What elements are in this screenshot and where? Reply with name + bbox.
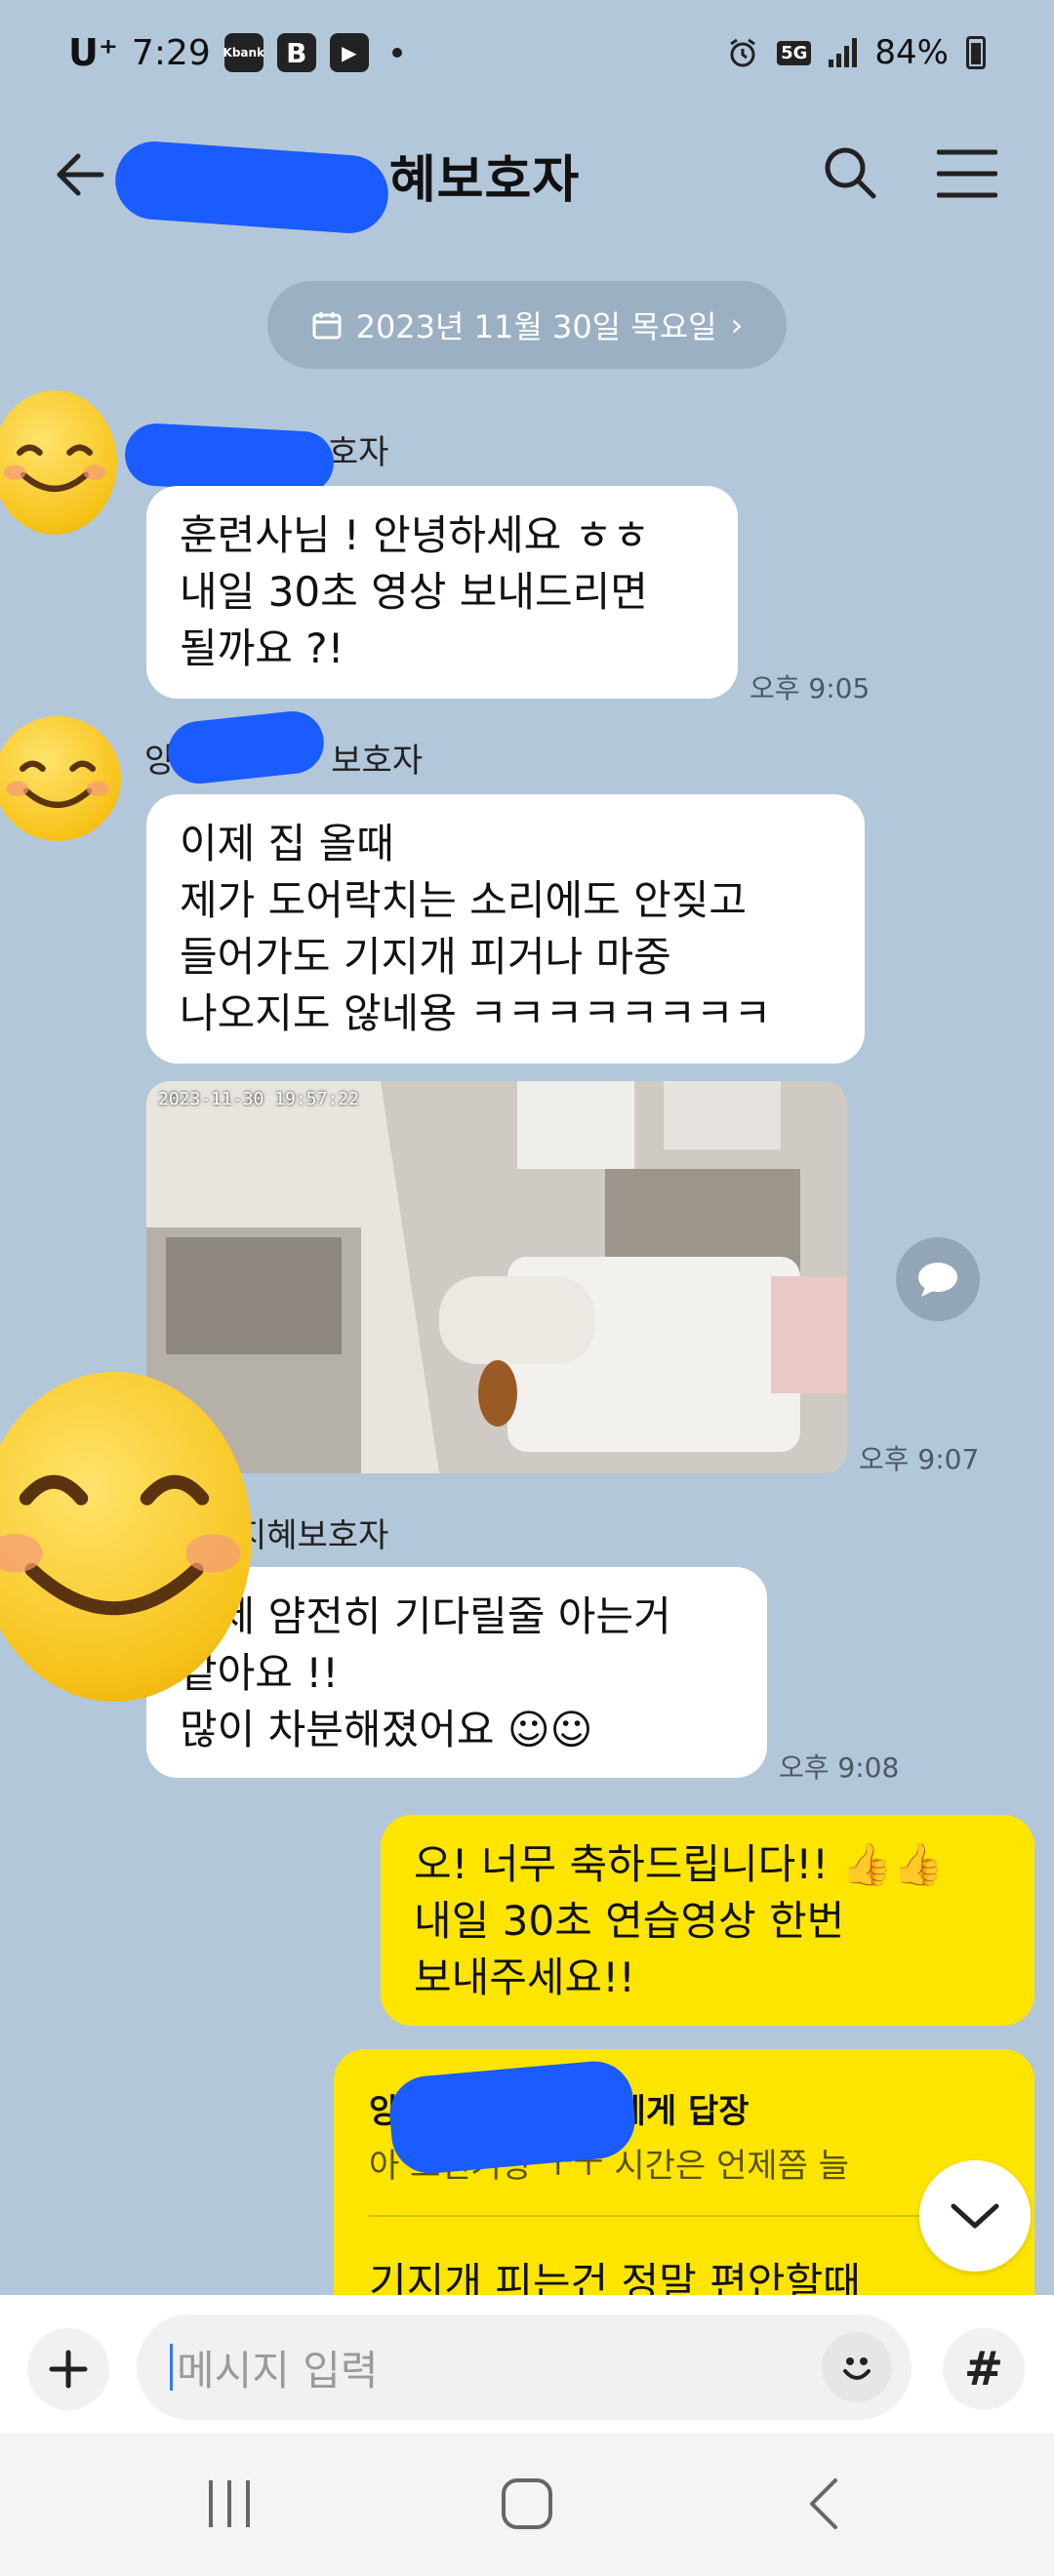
message-input[interactable]: 메시지 입력 xyxy=(137,2314,912,2420)
plus-icon xyxy=(49,2350,88,2389)
share-button[interactable] xyxy=(896,1237,980,1321)
speech-bubble-icon xyxy=(918,1263,957,1297)
my-message-bubble[interactable]: 오! 너무 축하드립니다!! 👍👍 내일 30초 연습영상 한번 보내주세요!! xyxy=(381,1815,1034,2026)
reply-divider xyxy=(369,2215,999,2217)
back-nav-icon[interactable] xyxy=(804,2476,843,2531)
battery-icon xyxy=(966,36,986,69)
photo-attachment[interactable]: 2023-11-30 19:57:22 xyxy=(146,1081,847,1473)
search-icon[interactable] xyxy=(820,142,880,203)
emoji-icon xyxy=(843,2357,871,2380)
avatar[interactable] xyxy=(0,716,121,841)
attach-button[interactable] xyxy=(27,2328,109,2410)
chat-header: 앙혜보호자 xyxy=(0,107,1054,244)
message-bubble[interactable]: 이제 집 올때 제가 도어락치는 소리에도 안짖고 들어가도 기지개 피거나 마… xyxy=(146,794,865,1064)
home-icon[interactable] xyxy=(500,2476,554,2531)
message-time: 오후 9:07 xyxy=(859,1443,980,1475)
battery-percent: 84% xyxy=(874,33,949,72)
clock: 7:29 xyxy=(131,32,211,73)
recent-apps-icon[interactable] xyxy=(205,2476,254,2531)
hashtag-search-button[interactable]: # xyxy=(943,2328,1025,2410)
carrier-label: U⁺ xyxy=(68,31,118,74)
message-time: 오후 9:08 xyxy=(779,1751,900,1784)
photo-timestamp: 2023-11-30 19:57:22 xyxy=(158,1089,359,1109)
back-arrow-icon[interactable] xyxy=(51,144,111,205)
redaction-mark xyxy=(123,422,336,496)
menu-icon[interactable] xyxy=(937,146,997,201)
sender-name: 지혜보호자 xyxy=(236,1516,389,1555)
youtube-notification-icon: ▶ xyxy=(329,33,369,72)
message-input-bar: 메시지 입력 # xyxy=(0,2295,1054,2434)
date-label: 2023년 11월 30일 목요일 xyxy=(355,308,717,345)
chevron-right-icon: › xyxy=(730,306,744,343)
text-caret xyxy=(170,2344,173,2391)
kbank-notification-icon: Kbank xyxy=(223,33,264,72)
message-bubble[interactable]: 훈련사님 ! 안녕하세요 ㅎㅎ 내일 30초 영상 보내드리면 될까요 ?! xyxy=(146,486,738,699)
sender-name-suffix: 보호자 xyxy=(331,742,424,781)
chevron-down-icon xyxy=(951,2203,999,2229)
scroll-to-bottom-button[interactable] xyxy=(919,2160,1031,2272)
network-type-badge: 5G xyxy=(777,40,812,65)
alarm-icon xyxy=(730,38,755,67)
signal-icon xyxy=(829,38,858,67)
more-notifications-icon xyxy=(391,48,402,58)
chat-title-suffix: 혜보호자 xyxy=(388,151,581,210)
message-time: 오후 9:05 xyxy=(750,672,871,704)
status-bar: U⁺ 7:29 Kbank B ▶ 5G 84% xyxy=(0,0,1054,107)
date-chip[interactable]: 2023년 11월 30일 목요일 › xyxy=(267,281,787,369)
emoji-button[interactable] xyxy=(822,2332,892,2402)
b-app-notification-icon: B xyxy=(276,33,316,72)
calendar-icon xyxy=(312,312,342,340)
avatar[interactable] xyxy=(0,390,117,535)
system-nav-bar xyxy=(0,2434,1054,2576)
message-placeholder: 메시지 입력 xyxy=(177,2346,379,2395)
